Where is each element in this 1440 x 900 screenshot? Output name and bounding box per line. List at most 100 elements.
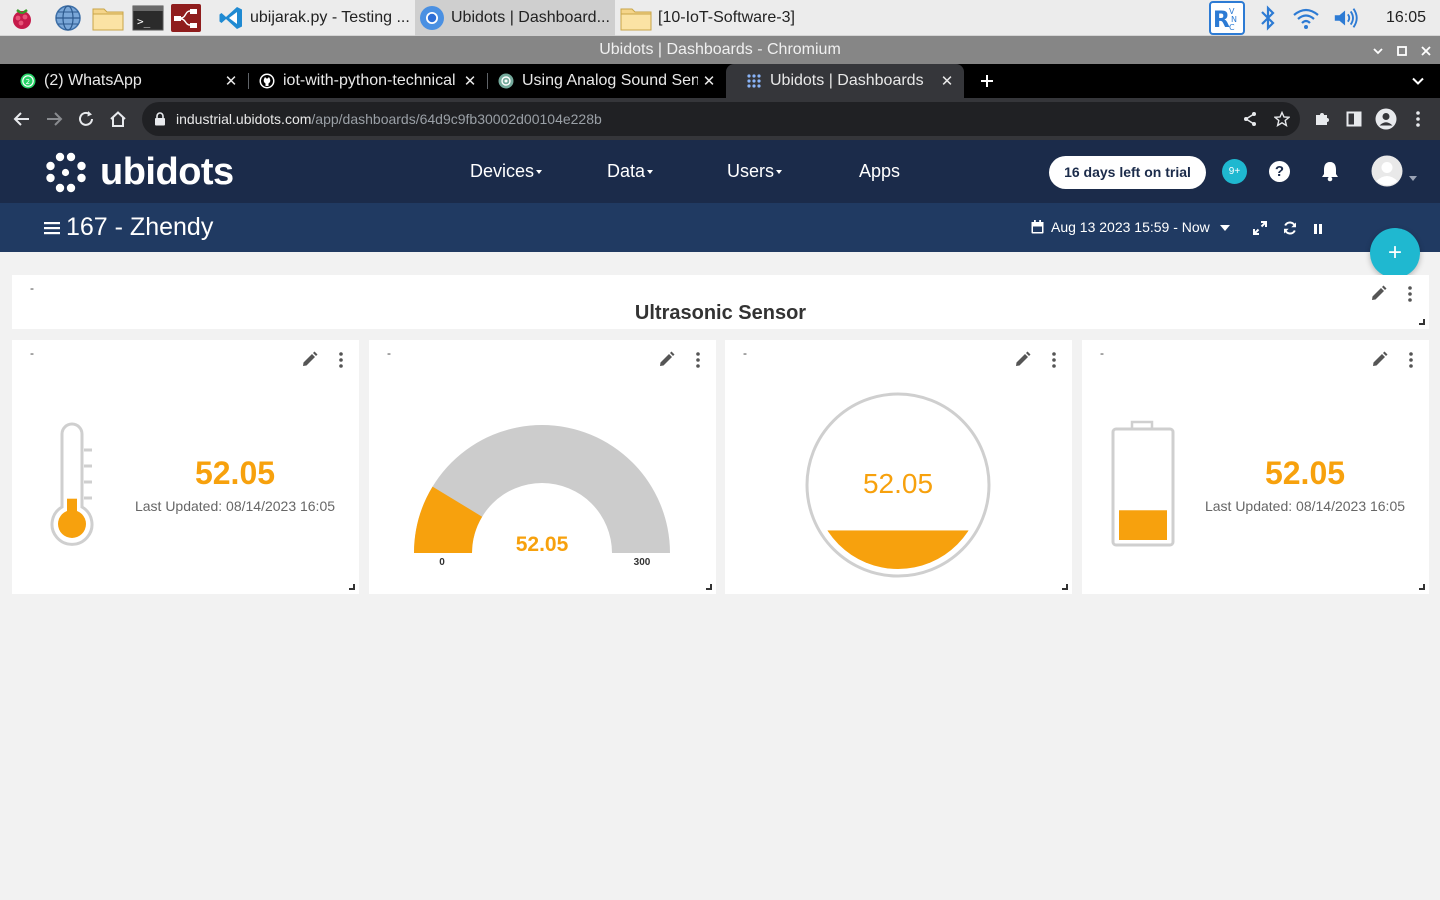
widget-thermometer: - 52.05 Last Updated: 08/14/2023 16:05 xyxy=(12,340,359,594)
calendar-icon xyxy=(1031,220,1044,239)
browser-menu-icon[interactable] xyxy=(1404,105,1432,133)
bluetooth-icon[interactable] xyxy=(1254,4,1282,32)
vscode-icon xyxy=(219,7,242,29)
web-browser-icon[interactable] xyxy=(54,4,82,32)
taskbar-task-label: Ubidots | Dashboard... xyxy=(451,9,610,26)
resize-handle[interactable] xyxy=(1062,584,1068,590)
close-tab-icon[interactable]: ✕ xyxy=(936,72,958,90)
wifi-icon[interactable] xyxy=(1292,4,1320,32)
url-host: industrial.ubidots.com xyxy=(176,111,312,127)
home-button[interactable] xyxy=(104,105,132,133)
tank-value: 52.05 xyxy=(862,468,934,499)
maximize-button[interactable] xyxy=(1390,36,1414,64)
tank-level-fill xyxy=(814,530,982,569)
notifications-bell-icon[interactable] xyxy=(1320,160,1340,187)
trial-badge[interactable]: 16 days left on trial xyxy=(1049,156,1206,189)
resize-handle[interactable] xyxy=(1419,584,1425,590)
dashboard-title[interactable]: 167 - Zhendy xyxy=(66,203,213,252)
widget-menu-icon[interactable] xyxy=(1405,350,1417,370)
ubidots-logo-text: ubidots xyxy=(100,151,234,193)
resize-handle[interactable] xyxy=(1419,319,1425,325)
forward-button[interactable] xyxy=(40,105,68,133)
raspberry-menu-icon[interactable] xyxy=(8,4,36,32)
file-manager-icon[interactable] xyxy=(92,4,124,32)
nav-label: Users xyxy=(727,161,775,181)
user-menu-caret-icon[interactable] xyxy=(1409,169,1417,187)
widget-menu-icon[interactable] xyxy=(335,350,347,370)
nav-users[interactable]: Users xyxy=(727,140,783,203)
resize-handle[interactable] xyxy=(706,584,712,590)
taskbar-task-vscode[interactable]: ubijarak.py - Testing ... xyxy=(214,0,412,36)
nav-apps[interactable]: Apps xyxy=(859,140,900,203)
vnc-icon[interactable]: RVNC xyxy=(1208,1,1246,35)
widget-menu-icon[interactable] xyxy=(1404,284,1416,304)
browser-toolbar: industrial.ubidots.com/app/dashboards/64… xyxy=(0,98,1440,140)
dashboards-menu-icon[interactable] xyxy=(44,221,60,240)
tab-title: iot-with-python-technical xyxy=(283,72,456,89)
back-button[interactable] xyxy=(8,105,36,133)
lock-icon[interactable] xyxy=(154,112,166,126)
nav-label: Apps xyxy=(859,161,901,181)
date-range-caret-icon xyxy=(1219,225,1230,232)
taskbar-task-chromium[interactable]: Ubidots | Dashboard... xyxy=(415,0,615,36)
close-tab-icon[interactable]: ✕ xyxy=(698,72,720,90)
widget-tank: - 52.05 xyxy=(725,340,1072,594)
date-range-selector[interactable]: Aug 13 2023 15:59 - Now xyxy=(1051,203,1230,252)
user-avatar[interactable] xyxy=(1371,155,1403,192)
widget-name: - xyxy=(30,281,34,295)
chromium-icon xyxy=(420,6,444,30)
node-red-icon[interactable] xyxy=(170,4,202,32)
notification-count-badge[interactable]: 9+ xyxy=(1222,159,1247,184)
nav-data[interactable]: Data xyxy=(607,140,654,203)
minimize-button[interactable] xyxy=(1366,36,1390,64)
ubidots-logo[interactable]: ubidots xyxy=(46,151,234,194)
tab-title: (2) WhatsApp xyxy=(44,72,142,89)
close-window-button[interactable] xyxy=(1414,36,1438,64)
edit-pencil-icon[interactable] xyxy=(1369,350,1389,370)
widget-name: - xyxy=(743,346,747,360)
volume-icon[interactable] xyxy=(1332,4,1360,32)
window-titlebar: Ubidots | Dashboards - Chromium xyxy=(0,36,1440,64)
ubidots-logo-icon xyxy=(46,152,86,192)
refresh-icon[interactable] xyxy=(1283,221,1297,240)
share-icon[interactable] xyxy=(1242,111,1258,127)
gauge-min-label: 0 xyxy=(439,557,445,568)
tab-search-chevron-icon[interactable] xyxy=(1406,69,1430,93)
fullscreen-expand-icon[interactable] xyxy=(1253,221,1267,240)
tab-ubidots[interactable]: Ubidots | Dashboards ✕ xyxy=(726,64,964,98)
nav-label: Devices xyxy=(470,161,535,181)
edit-pencil-icon[interactable] xyxy=(299,350,319,370)
widget-battery: - 52.05 Last Updated: 08/14/2023 16:05 xyxy=(1082,340,1429,594)
widget-title-text: Ultrasonic Sensor xyxy=(634,302,807,324)
bookmark-star-icon[interactable] xyxy=(1274,111,1290,127)
widget-menu-icon[interactable] xyxy=(692,350,704,370)
gauge-value: 52.05 xyxy=(515,533,569,556)
edit-pencil-icon[interactable] xyxy=(656,350,676,370)
profile-avatar-icon[interactable] xyxy=(1372,105,1400,133)
terminal-icon[interactable]: >_ xyxy=(132,4,164,32)
widget-gauge: - 52.05 0 300 xyxy=(369,340,716,594)
add-widget-button[interactable]: + xyxy=(1370,228,1420,278)
new-tab-button[interactable] xyxy=(975,69,999,93)
tab-github[interactable]: iot-with-python-technical ✕ xyxy=(239,64,487,98)
extensions-puzzle-icon[interactable] xyxy=(1308,105,1336,133)
widget-menu-icon[interactable] xyxy=(1048,350,1060,370)
nav-label: Data xyxy=(607,161,646,181)
pause-icon[interactable] xyxy=(1313,222,1323,240)
taskbar-task-folder[interactable]: [10-IoT-Software-3] xyxy=(616,0,816,36)
address-bar[interactable]: industrial.ubidots.com/app/dashboards/64… xyxy=(142,102,1300,136)
nav-devices[interactable]: Devices xyxy=(470,140,543,203)
side-panel-icon[interactable] xyxy=(1340,105,1368,133)
thermometer-indicator xyxy=(50,422,94,546)
resize-handle[interactable] xyxy=(349,584,355,590)
folder-icon xyxy=(620,8,652,31)
help-icon[interactable]: ? xyxy=(1269,161,1290,182)
tab-whatsapp[interactable]: 2 (2) WhatsApp ✕ xyxy=(0,64,248,98)
edit-pencil-icon[interactable] xyxy=(1368,284,1388,304)
tab-sound-sensor[interactable]: Using Analog Sound Sensor ✕ xyxy=(478,64,726,98)
whatsapp-icon: 2 xyxy=(20,73,36,89)
chatgpt-icon xyxy=(498,73,514,89)
reload-button[interactable] xyxy=(72,105,100,133)
edit-pencil-icon[interactable] xyxy=(1012,350,1032,370)
svg-text:C: C xyxy=(1229,23,1235,32)
